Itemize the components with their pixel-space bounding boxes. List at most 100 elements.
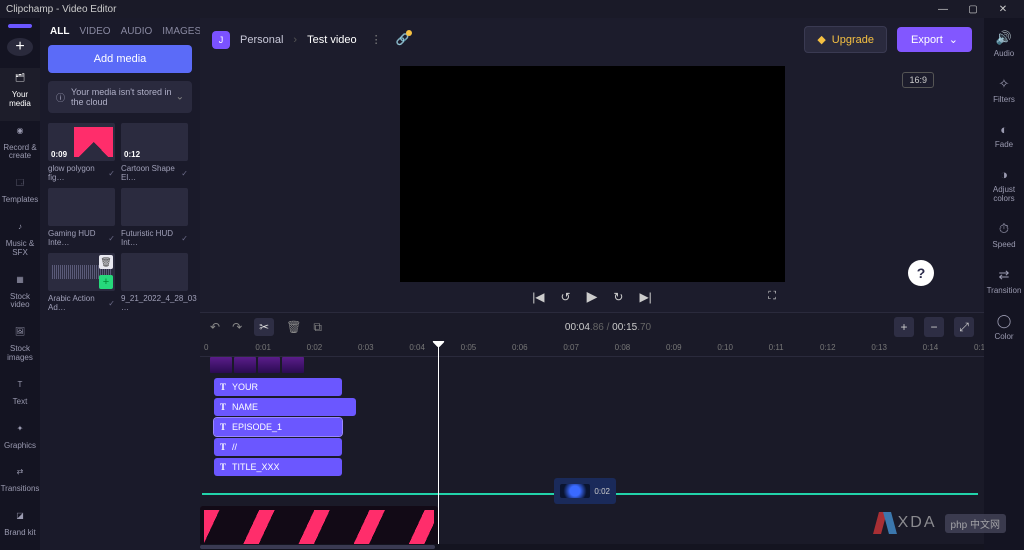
left-nav-rail: + 🗂Your media ◉Record & create 🗔Template… [0, 18, 40, 550]
split-button[interactable]: ✂ [254, 318, 274, 336]
tab-all[interactable]: ALL [50, 26, 69, 37]
clip-thumbnail [560, 484, 590, 498]
workspace-crumb[interactable]: Personal [240, 34, 283, 46]
upgrade-button[interactable]: ◆Upgrade [804, 26, 887, 53]
timeline-body[interactable]: 00:010:020:030:040:050:060:070:080:090:1… [200, 341, 984, 550]
media-thumbnail [121, 253, 188, 291]
play-button[interactable]: ▶ [587, 288, 598, 305]
graphics-icon: ✦ [13, 425, 27, 439]
share-button[interactable]: 🔗 [396, 33, 410, 46]
nav-stock-images[interactable]: 🖼Stock images [0, 322, 40, 375]
next-frame-button[interactable]: ▶| [639, 290, 651, 304]
ruler-tick: 0:01 [255, 343, 271, 352]
playback-controls: |◀ ↺ ▶ ↻ ▶| ⛶ [200, 282, 984, 312]
add-button[interactable]: + [7, 38, 33, 56]
window-maximize-button[interactable]: ▢ [958, 4, 988, 15]
duplicate-button[interactable]: ⧉ [313, 320, 322, 335]
text-clip-selected[interactable]: TEPISODE_1 [214, 418, 342, 436]
text-clip[interactable]: T// [214, 438, 342, 456]
delete-button[interactable]: 🗑 [286, 320, 301, 334]
timeline-scrollbar[interactable] [200, 544, 984, 550]
ruler-tick: 0:08 [615, 343, 631, 352]
nav-your-media[interactable]: 🗂Your media [0, 68, 40, 121]
video-preview[interactable] [400, 66, 785, 282]
notification-dot [406, 30, 412, 36]
redo-button[interactable]: ↷ [232, 320, 242, 334]
window-minimize-button[interactable]: — [928, 4, 958, 15]
fullscreen-button[interactable]: ⛶ [768, 290, 776, 303]
text-icon: T [13, 381, 27, 395]
tab-audio[interactable]: AUDIO [121, 26, 153, 37]
ruler-tick: 0:06 [512, 343, 528, 352]
timeline-tracks: TYOUR TNAME TEPISODE_1 T// TTITLE_XXX 0:… [200, 357, 984, 550]
add-to-timeline-icon[interactable]: + [99, 275, 113, 289]
check-icon: ✓ [181, 234, 188, 243]
delete-icon[interactable]: 🗑 [99, 255, 113, 269]
window-close-button[interactable]: ✕ [988, 4, 1018, 15]
stock-images-icon: 🖼 [13, 328, 27, 342]
step-forward-button[interactable]: ↻ [613, 290, 623, 304]
undo-button[interactable]: ↶ [210, 320, 220, 334]
nav-stock-video[interactable]: ▦Stock video [0, 270, 40, 323]
nav-brand-kit[interactable]: ◪Brand kit [0, 506, 40, 550]
text-clip[interactable]: TNAME [214, 398, 356, 416]
timeline-ruler[interactable]: 00:010:020:030:040:050:060:070:080:090:1… [200, 341, 984, 357]
zoom-out-button[interactable]: − [924, 317, 944, 337]
media-item[interactable]: 0:09 glow polygon fig…✓ [48, 123, 115, 182]
nav-templates[interactable]: 🗔Templates [0, 173, 40, 217]
media-thumbnail [121, 188, 188, 226]
nav-music-sfx[interactable]: ♪Music & SFX [0, 217, 40, 270]
nav-transitions[interactable]: ⇄Transitions [0, 462, 40, 506]
media-panel: ALL VIDEO AUDIO IMAGES Add media ⓘ Your … [40, 18, 200, 550]
video-clip[interactable]: 0:02 [554, 478, 616, 504]
panel-color[interactable]: ◯Color [984, 307, 1024, 353]
playhead[interactable] [438, 341, 439, 550]
thumbnail-strip-track [200, 357, 984, 377]
text-clip[interactable]: TYOUR [214, 378, 342, 396]
scrollbar-thumb[interactable] [200, 545, 435, 549]
panel-transition[interactable]: ⇄Transition [984, 261, 1024, 307]
text-icon: T [220, 462, 226, 472]
brand-kit-icon: ◪ [13, 512, 27, 526]
workspace-avatar: J [212, 31, 230, 49]
ruler-tick: 0 [204, 343, 208, 352]
panel-adjust-colors[interactable]: ◑Adjust colors [984, 161, 1024, 215]
timeline: ↶ ↷ ✂ 🗑 ⧉ 00:04.86 / 00:15.70 + − ⤢ 00:0… [200, 312, 984, 550]
tab-images[interactable]: IMAGES [162, 26, 200, 37]
media-item[interactable]: 9_21_2022_4_28_03 … [121, 253, 188, 312]
add-media-button[interactable]: Add media [48, 45, 192, 73]
panel-fade[interactable]: ◐Fade [984, 116, 1024, 161]
nav-record-create[interactable]: ◉Record & create [0, 121, 40, 174]
media-item[interactable]: Gaming HUD Inte…✓ [48, 188, 115, 247]
audio-icon: 🔊 [984, 30, 1024, 46]
text-clip[interactable]: TTITLE_XXX [214, 458, 342, 476]
aspect-ratio-button[interactable]: 16:9 [902, 72, 934, 88]
nav-text[interactable]: TText [0, 375, 40, 419]
project-name[interactable]: Test video [307, 34, 357, 46]
ruler-tick: 0:12 [820, 343, 836, 352]
media-item[interactable]: 🗑 + Arabic Action Ad…✓ [48, 253, 115, 312]
ruler-tick: 0:15 [974, 343, 984, 352]
media-thumbnail: 🗑 + [48, 253, 115, 291]
cloud-storage-warning[interactable]: ⓘ Your media isn't stored in the cloud ⌄ [48, 81, 192, 113]
nav-graphics[interactable]: ✦Graphics [0, 419, 40, 463]
media-item[interactable]: 0:12 Cartoon Shape El…✓ [121, 123, 188, 182]
panel-filters[interactable]: ✧Filters [984, 70, 1024, 116]
fade-icon: ◐ [984, 122, 1024, 137]
zoom-fit-button[interactable]: ⤢ [954, 317, 974, 337]
panel-speed[interactable]: ⏱Speed [984, 215, 1024, 261]
tab-video[interactable]: VIDEO [79, 26, 110, 37]
project-more-button[interactable]: ⋮ [367, 33, 386, 46]
window-title: Clipchamp - Video Editor [6, 4, 116, 15]
text-icon: T [220, 442, 226, 452]
export-button[interactable]: Export⌄ [897, 27, 972, 52]
chevron-right-icon: › [293, 34, 297, 46]
step-back-button[interactable]: ↺ [561, 290, 571, 304]
media-item[interactable]: Futuristic HUD Int…✓ [121, 188, 188, 247]
diamond-icon: ◆ [817, 33, 825, 46]
add-track-button[interactable]: + [894, 317, 914, 337]
music-icon: ♪ [13, 223, 27, 237]
panel-audio[interactable]: 🔊Audio [984, 24, 1024, 70]
prev-frame-button[interactable]: |◀ [532, 290, 544, 304]
media-thumbnail [48, 188, 115, 226]
